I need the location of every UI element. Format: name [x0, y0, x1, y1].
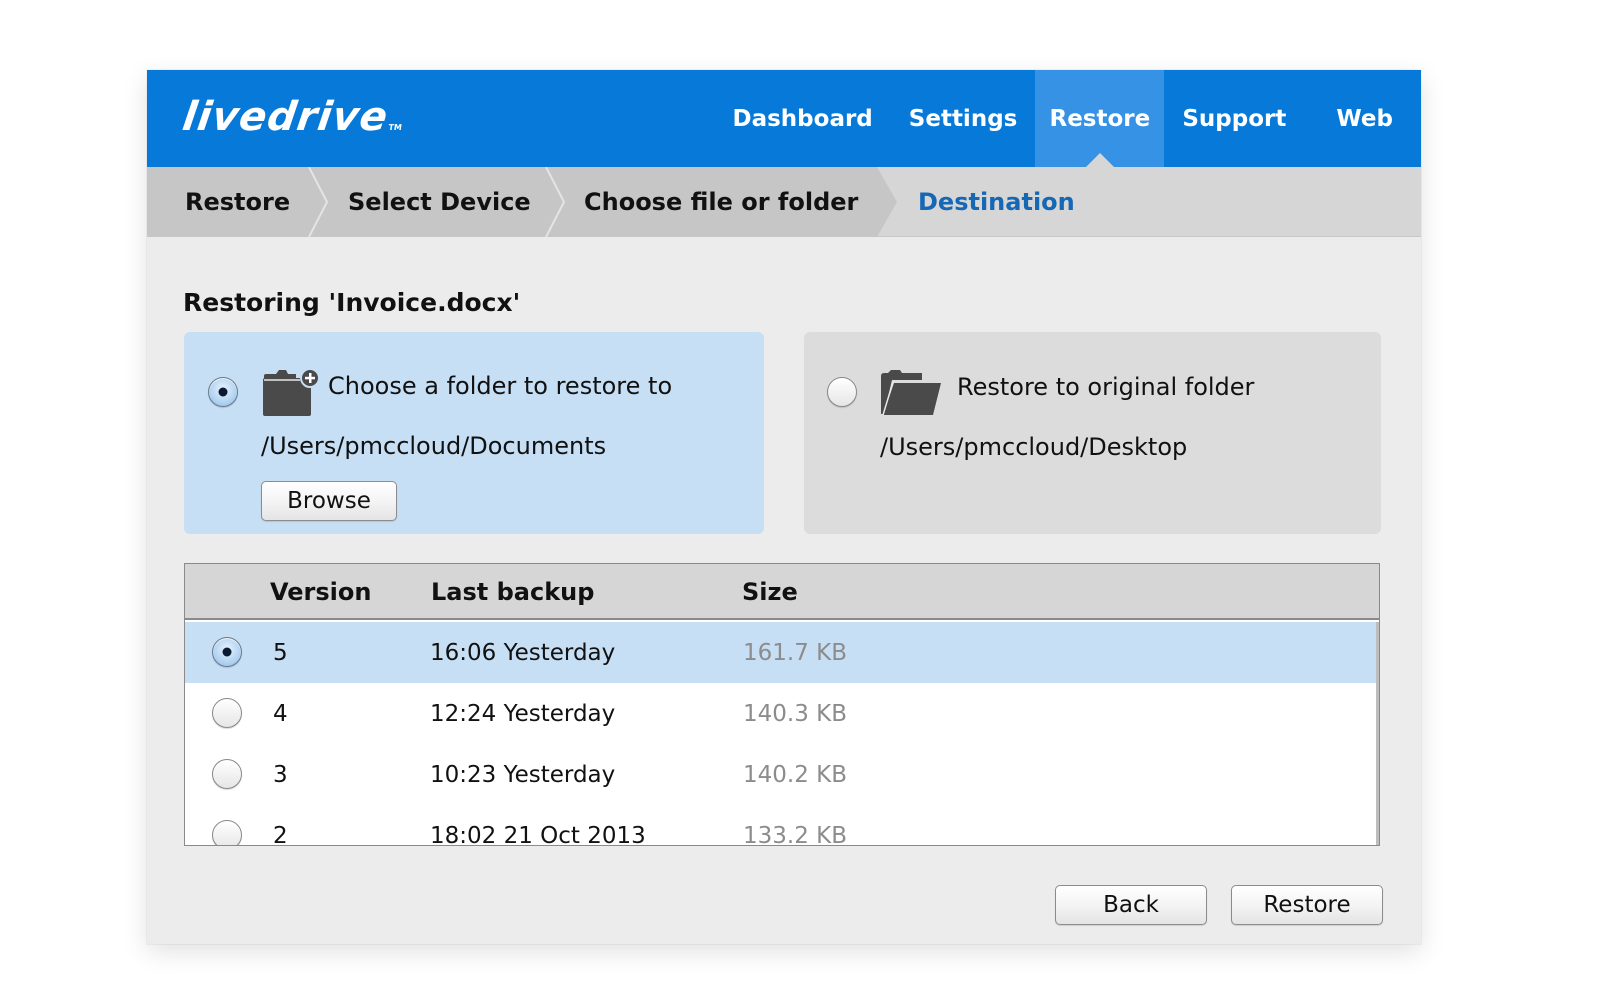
- cell-version: 5: [273, 639, 288, 666]
- table-header: Version Last backup Size: [185, 564, 1379, 620]
- cell-size: 140.2 KB: [743, 761, 848, 788]
- option-path: /Users/pmccloud/Documents: [261, 432, 607, 460]
- breadcrumb-restore[interactable]: Restore: [185, 167, 290, 237]
- cell-last-backup: 16:06 Yesterday: [430, 639, 616, 666]
- folder-open-icon: [881, 370, 941, 416]
- cell-size: 161.7 KB: [743, 639, 848, 666]
- row-radio[interactable]: [212, 637, 242, 667]
- option-choose-folder[interactable]: Choose a folder to restore to /Users/pmc…: [184, 332, 764, 534]
- cell-version: 3: [273, 761, 288, 788]
- option-path: /Users/pmccloud/Desktop: [880, 433, 1188, 461]
- restore-window: livedriveTM Dashboard Settings Restore S…: [147, 70, 1421, 944]
- back-button[interactable]: Back: [1055, 885, 1207, 925]
- breadcrumb: Restore Select Device Choose file or fol…: [147, 167, 1421, 237]
- page-title: Restoring 'Invoice.docx': [183, 288, 521, 317]
- breadcrumb-choose-file[interactable]: Choose file or folder: [584, 167, 858, 237]
- cell-version: 4: [273, 700, 288, 727]
- table-scrollbar[interactable]: [1376, 622, 1379, 845]
- breadcrumb-destination: Destination: [918, 188, 1075, 216]
- nav-settings[interactable]: Settings: [891, 70, 1036, 167]
- cell-last-backup: 18:02 21 Oct 2013: [430, 822, 646, 846]
- livedrive-logo: livedriveTM: [179, 92, 406, 142]
- radio-original-folder[interactable]: [827, 377, 857, 407]
- breadcrumb-separator-icon: [545, 167, 566, 237]
- table-row[interactable]: 4 12:24 Yesterday 140.3 KB: [185, 683, 1379, 744]
- radio-choose-folder[interactable]: [208, 377, 238, 407]
- app-header: livedriveTM Dashboard Settings Restore S…: [147, 70, 1421, 167]
- breadcrumb-separator-icon: [308, 167, 329, 237]
- cell-size: 140.3 KB: [743, 700, 848, 727]
- table-row[interactable]: 2 18:02 21 Oct 2013 133.2 KB: [185, 805, 1379, 846]
- nav-dashboard[interactable]: Dashboard: [715, 70, 891, 167]
- main-nav: Dashboard Settings Restore Support Web: [715, 70, 1422, 167]
- browse-button[interactable]: Browse: [261, 481, 397, 521]
- table-row[interactable]: 5 16:06 Yesterday 161.7 KB: [185, 622, 1379, 683]
- cell-version: 2: [273, 822, 288, 846]
- cell-last-backup: 12:24 Yesterday: [430, 700, 616, 727]
- row-radio[interactable]: [212, 698, 242, 728]
- folder-add-icon: [263, 368, 320, 416]
- breadcrumb-select-device[interactable]: Select Device: [348, 167, 531, 237]
- versions-table: Version Last backup Size 5 16:06 Yesterd…: [184, 563, 1380, 846]
- cell-size: 133.2 KB: [743, 822, 848, 846]
- table-row[interactable]: 3 10:23 Yesterday 140.2 KB: [185, 744, 1379, 805]
- row-radio[interactable]: [212, 759, 242, 789]
- nav-support[interactable]: Support: [1164, 70, 1304, 167]
- option-label: Restore to original folder: [957, 373, 1255, 401]
- column-header-version[interactable]: Version: [270, 564, 371, 620]
- nav-web[interactable]: Web: [1304, 70, 1421, 167]
- logo-text: livedrive: [179, 94, 392, 140]
- logo-trademark: TM: [387, 123, 403, 132]
- cell-last-backup: 10:23 Yesterday: [430, 761, 616, 788]
- option-original-folder[interactable]: Restore to original folder /Users/pmcclo…: [804, 332, 1381, 534]
- column-header-size[interactable]: Size: [742, 564, 798, 620]
- row-radio[interactable]: [212, 820, 242, 845]
- column-header-last-backup[interactable]: Last backup: [431, 564, 594, 620]
- option-label: Choose a folder to restore to: [328, 372, 673, 400]
- restore-button[interactable]: Restore: [1231, 885, 1383, 925]
- nav-restore[interactable]: Restore: [1035, 70, 1165, 167]
